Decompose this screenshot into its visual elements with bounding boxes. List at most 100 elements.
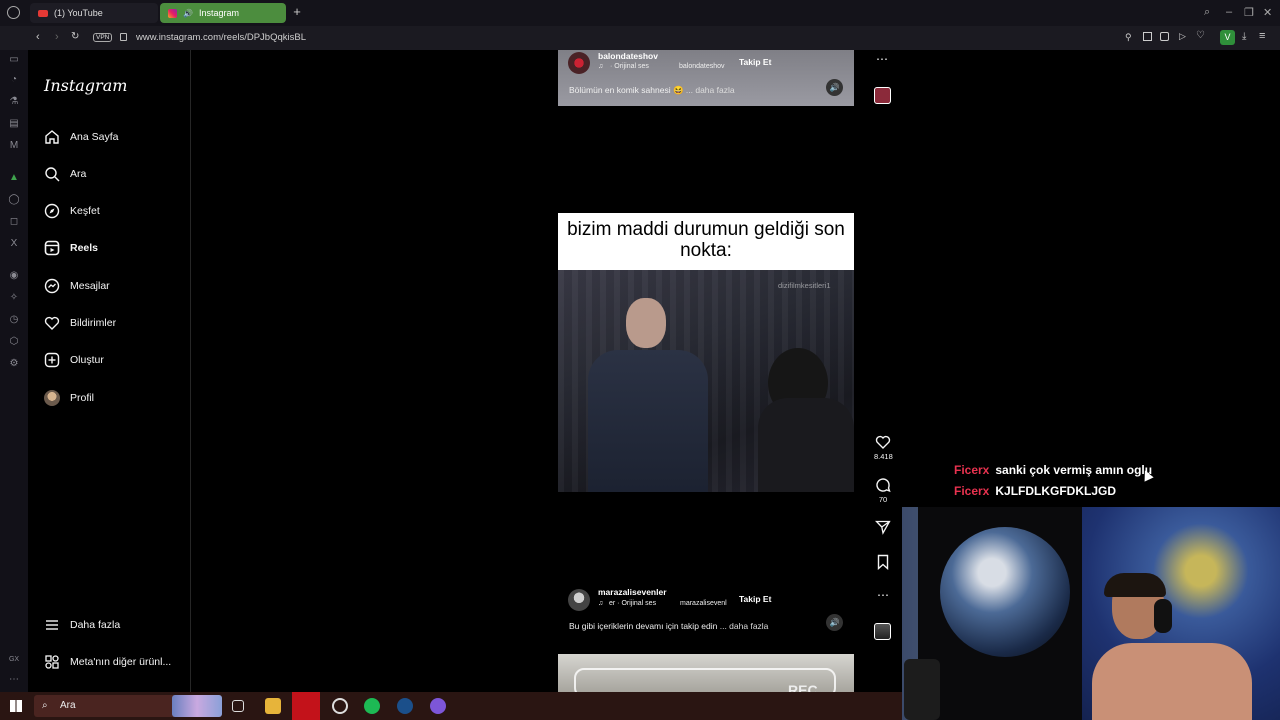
tab-instagram[interactable]: 🔊 Instagram xyxy=(160,3,286,23)
audio-author[interactable]: balondateshov xyxy=(679,63,725,70)
audio-thumbnail[interactable] xyxy=(874,87,891,104)
comment-button[interactable]: 70 xyxy=(874,477,892,504)
nav-more[interactable]: Daha fazla xyxy=(44,615,120,635)
author-avatar[interactable] xyxy=(568,52,590,74)
audio-label[interactable]: · Orijinal ses xyxy=(610,63,649,70)
maximize-icon[interactable]: ❐ xyxy=(1244,6,1254,19)
more-dots-icon[interactable]: ⋯ xyxy=(8,674,20,686)
audio-author[interactable]: marazalisevenl xyxy=(680,600,727,607)
messenger-app-icon[interactable]: M xyxy=(8,140,20,152)
url-field[interactable]: www.instagram.com/reels/DPJbQqkisBL xyxy=(136,32,306,43)
gx-corner-icon[interactable]: ⚗ xyxy=(8,96,20,108)
search-icon xyxy=(45,167,60,182)
download-icon[interactable]: ⤓ xyxy=(1242,31,1246,42)
webcam-feed xyxy=(902,507,1280,720)
reels-icon xyxy=(44,240,60,256)
menu-icon[interactable]: ≡ xyxy=(1259,30,1265,42)
snapshot-icon[interactable] xyxy=(1143,32,1152,41)
send-icon xyxy=(874,520,891,535)
more-link[interactable]: ... daha fazla xyxy=(686,85,735,95)
opera-gx-logo-icon[interactable] xyxy=(7,6,20,19)
x-twitter-icon[interactable]: X xyxy=(8,238,20,250)
tab-label: (1) YouTube xyxy=(54,8,103,18)
back-icon[interactable]: ‹ xyxy=(36,31,40,43)
chat-username: Ficerx xyxy=(954,463,990,477)
more-options-icon[interactable]: ⋯ xyxy=(876,52,888,66)
comment-count: 70 xyxy=(878,495,888,504)
earth-poster xyxy=(918,507,1082,720)
reel-previous[interactable]: balondateshov ♫ · Orijinal ses balondate… xyxy=(558,50,854,106)
player-icon[interactable]: ▷ xyxy=(1179,31,1186,42)
reel-next[interactable]: REC xyxy=(558,654,854,692)
follow-button[interactable]: Takip Et xyxy=(739,57,771,67)
history-icon[interactable]: ◷ xyxy=(8,314,20,326)
instagram-icon xyxy=(168,8,177,18)
file-explorer-icon[interactable] xyxy=(265,698,281,714)
compass-icon xyxy=(44,203,60,219)
new-tab-button[interactable]: + xyxy=(290,5,304,19)
music-note-icon: ♫ xyxy=(598,600,604,607)
gx-label: GX xyxy=(8,656,20,663)
gx-app-icon[interactable]: ▲ xyxy=(8,172,20,184)
shield-icon[interactable] xyxy=(1160,32,1169,41)
reload-icon[interactable]: ↻ xyxy=(71,31,79,42)
audio-label[interactable]: er · Orijinal ses xyxy=(609,600,656,607)
steam-alt-icon[interactable] xyxy=(332,698,348,714)
instagram-app-icon[interactable]: ◻ xyxy=(8,216,20,228)
reel-video[interactable]: dizifilmkesitleri1 xyxy=(558,270,854,492)
settings-gear-icon[interactable]: ⚙ xyxy=(8,358,20,370)
gx-control-icon[interactable]: ▭ xyxy=(8,54,20,66)
nav-messages[interactable]: Mesajlar xyxy=(44,276,110,296)
steam-icon[interactable] xyxy=(397,698,413,714)
twitch-icon[interactable]: ▤ xyxy=(8,118,20,130)
nav-meta[interactable]: Meta'nın diğer ürünl... xyxy=(44,652,171,672)
search-icon[interactable]: ⌕ xyxy=(1204,6,1210,19)
mute-button[interactable]: 🔊 xyxy=(826,79,843,96)
discord-icon[interactable] xyxy=(430,698,446,714)
spotify-icon[interactable] xyxy=(364,698,380,714)
browser-tab-bar: (1) YouTube 🔊 Instagram + ⌕ – ❐ ✕ xyxy=(0,0,1280,26)
favorites-heart-icon[interactable]: ♡ xyxy=(1196,30,1205,41)
nav-explore[interactable]: Keşfet xyxy=(44,201,100,221)
mute-button[interactable]: 🔊 xyxy=(826,614,843,631)
share-button[interactable] xyxy=(874,519,892,537)
nav-notifications[interactable]: Bildirimler xyxy=(44,313,116,333)
profile-avatar[interactable]: V xyxy=(1220,30,1235,45)
task-view-icon[interactable] xyxy=(232,700,244,712)
gx-cleaner-icon[interactable]: ◔ xyxy=(8,74,20,86)
plus-icon xyxy=(44,352,60,368)
close-icon[interactable]: ✕ xyxy=(1263,6,1272,19)
author-name[interactable]: marazalisevenler xyxy=(598,587,667,597)
nav-profile[interactable]: Profil xyxy=(44,388,94,408)
pin-app-icon[interactable]: ✧ xyxy=(8,292,20,304)
player-app-icon[interactable]: ◉ xyxy=(8,270,20,282)
more-options-icon[interactable]: ⋯ xyxy=(874,588,892,602)
nav-reels[interactable]: Reels xyxy=(44,238,98,258)
save-button[interactable] xyxy=(874,554,892,572)
forward-icon[interactable]: › xyxy=(55,31,59,43)
more-link[interactable]: ... daha fazla xyxy=(720,621,769,631)
vpn-badge[interactable]: VPN xyxy=(93,33,113,42)
extensions-icon[interactable]: ⬡ xyxy=(8,336,20,348)
speaker-icon[interactable]: 🔊 xyxy=(183,9,193,18)
pin-icon[interactable]: ⚲ xyxy=(1125,32,1132,43)
search-highlight-image xyxy=(172,695,222,717)
search-icon: ⌕ xyxy=(42,700,48,711)
tab-youtube[interactable]: (1) YouTube xyxy=(30,3,158,23)
minimize-icon[interactable]: – xyxy=(1226,6,1232,18)
nav-create[interactable]: Oluştur xyxy=(44,350,104,370)
nav-home[interactable]: Ana Sayfa xyxy=(44,127,118,147)
audio-thumbnail[interactable] xyxy=(874,623,891,640)
opera-gx-icon[interactable] xyxy=(292,692,320,720)
author-name[interactable]: balondateshov xyxy=(598,51,658,61)
chat-username: Ficerx xyxy=(954,484,990,498)
instagram-logo[interactable]: Instagram xyxy=(44,76,127,95)
follow-button[interactable]: Takip Et xyxy=(739,594,771,604)
music-note-icon: ♫ xyxy=(598,63,604,70)
nav-search[interactable]: Ara xyxy=(44,164,86,184)
whatsapp-icon[interactable]: ◯ xyxy=(8,194,20,206)
windows-start-icon[interactable] xyxy=(10,700,22,712)
like-button[interactable]: 8.418 xyxy=(874,434,893,461)
meta-grid-icon xyxy=(45,655,59,669)
author-avatar[interactable] xyxy=(568,589,590,611)
